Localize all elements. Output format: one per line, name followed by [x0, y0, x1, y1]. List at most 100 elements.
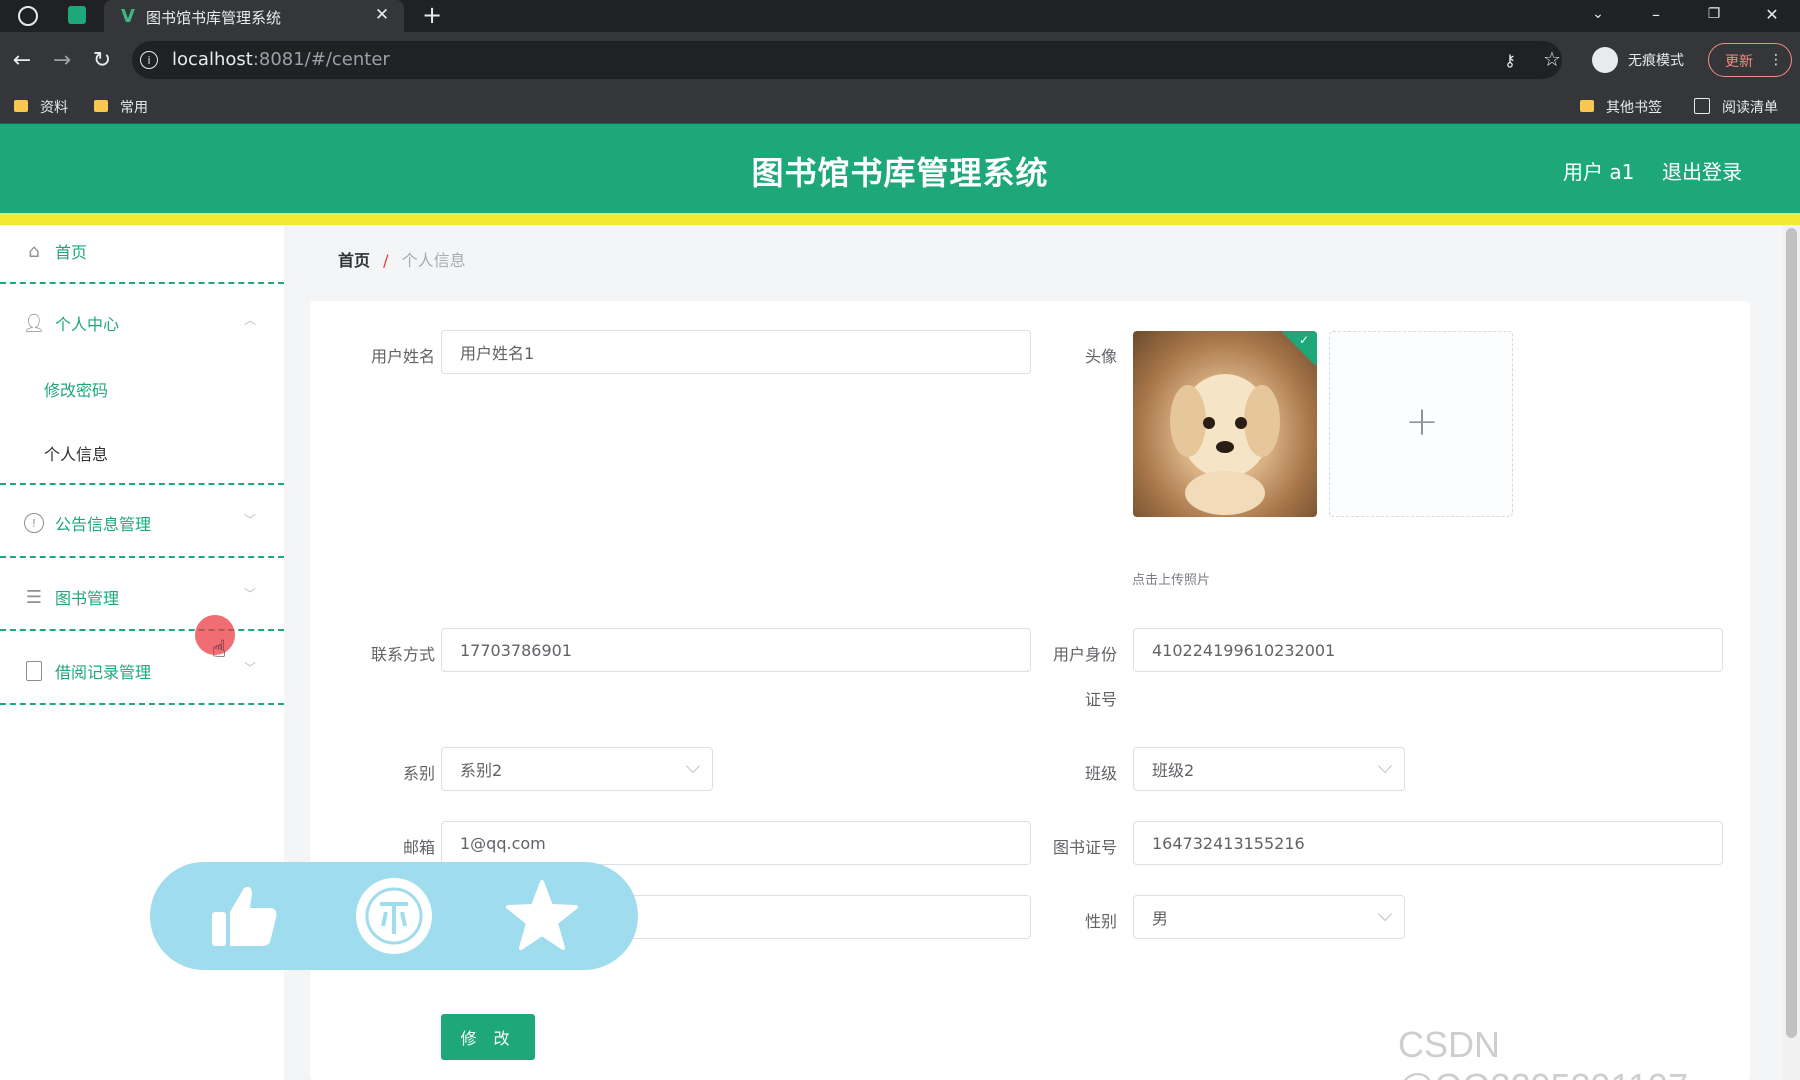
browser-menu-icon[interactable]	[18, 6, 38, 26]
info-icon[interactable]: i	[140, 51, 158, 69]
menu-divider	[0, 556, 284, 558]
dept-select[interactable]: 系别2	[441, 747, 713, 791]
sidebar-item-label: 个人中心	[55, 315, 120, 334]
class-value: 班级2	[1152, 761, 1195, 780]
tab-search-icon[interactable]: ⌄	[1588, 4, 1608, 24]
breadcrumb-home[interactable]: 首页	[338, 251, 370, 270]
sidebar-item-label: 借阅记录管理	[55, 663, 152, 682]
reading-list[interactable]: 阅读清单	[1722, 97, 1778, 117]
sidebar-subitem-personal-info[interactable]: 个人信息	[44, 441, 108, 465]
pinned-tab-icon[interactable]	[68, 6, 86, 24]
breadcrumb-current: 个人信息	[401, 251, 466, 270]
bookmark-item[interactable]: 常用	[120, 97, 148, 117]
watermark: CSDN @QQ3295391197	[1398, 1024, 1688, 1080]
email-field[interactable]: 1@qq.com	[441, 821, 1031, 865]
sidebar-item-borrow[interactable]: 借阅记录管理 ﹀	[0, 645, 284, 707]
incognito-icon[interactable]	[1592, 47, 1618, 73]
gender-label: 性别	[1084, 912, 1117, 931]
menu-divider	[0, 629, 284, 631]
avatar-upload-hint: 点击上传照片	[1132, 573, 1211, 588]
back-icon[interactable]: ←	[10, 48, 34, 73]
idcard-field[interactable]: 410224199610232001	[1133, 628, 1723, 672]
floating-action-bar	[150, 862, 638, 970]
chevron-down-icon	[1377, 906, 1393, 922]
site-title: 图书馆书库管理系统	[751, 154, 1049, 192]
minimize-icon[interactable]: –	[1646, 4, 1666, 24]
chevron-down-icon	[685, 758, 701, 774]
avatar-image[interactable]: ✓	[1133, 331, 1317, 517]
idcard-label-line2: 证号	[1084, 690, 1117, 709]
vue-logo-icon: V	[121, 5, 135, 27]
user-icon: 👤︎	[22, 312, 46, 334]
breadcrumb: 首页 / 个人信息	[338, 247, 466, 271]
menu-divider	[0, 483, 284, 485]
menu-divider	[0, 703, 284, 705]
restore-icon[interactable]: ❐	[1704, 4, 1724, 24]
avatar-label: 头像	[1084, 347, 1117, 366]
update-button[interactable]: 更新 ⋮	[1708, 43, 1792, 77]
chevron-down-icon: ﹀	[244, 661, 257, 675]
email-value: 1@qq.com	[460, 833, 546, 853]
idcard-value: 410224199610232001	[1152, 640, 1336, 660]
sidebar-subitem-change-password[interactable]: 修改密码	[44, 377, 108, 401]
breadcrumb-separator: /	[383, 251, 389, 270]
new-tab-icon[interactable]: +	[420, 1, 444, 29]
coin-icon	[356, 878, 432, 954]
sidebar-item-personal-center[interactable]: 👤︎ 个人中心 ︿	[0, 297, 284, 359]
key-icon[interactable]: ⚷	[1500, 50, 1520, 70]
chevron-up-icon: ︿	[244, 313, 257, 327]
url-text: localhost:8081/#/center	[172, 49, 390, 70]
clipboard-icon	[26, 661, 42, 681]
menu-divider	[0, 282, 284, 284]
logout-link[interactable]: 退出登录	[1662, 156, 1742, 185]
avatar-upload-box[interactable]: +	[1329, 331, 1513, 517]
folder-icon	[94, 100, 108, 112]
library-card-value: 164732413155216	[1152, 833, 1305, 853]
address-bar[interactable]: i localhost:8081/#/center ⚷ ☆	[132, 41, 1562, 79]
submit-button[interactable]: 修 改	[441, 1014, 535, 1060]
library-card-label: 图书证号	[1052, 838, 1117, 857]
incognito-label[interactable]: 无痕模式	[1628, 50, 1684, 70]
sidebar-item-home[interactable]: ⌂ 首页	[0, 225, 284, 287]
sidebar-item-label: 图书管理	[55, 589, 120, 608]
like-button[interactable]	[206, 878, 282, 954]
tab-close-icon[interactable]: ✕	[372, 5, 392, 25]
username-value: 用户姓名1	[460, 344, 535, 363]
tab-title: 图书馆书库管理系统	[146, 9, 282, 27]
bookmarks-bar: 资料 常用 其他书签 阅读清单	[0, 88, 1800, 124]
reload-icon[interactable]: ↻	[90, 48, 114, 73]
phone-label: 联系方式	[370, 645, 435, 664]
dept-label: 系别	[402, 764, 435, 783]
sidebar-item-notice[interactable]: ! 公告信息管理 ﹀	[0, 497, 284, 559]
phone-field[interactable]: 17703786901	[441, 628, 1031, 672]
tab-library-system[interactable]: V 图书馆书库管理系统 ✕	[104, 0, 404, 32]
forward-icon[interactable]: →	[50, 48, 74, 73]
email-label: 邮箱	[402, 838, 435, 857]
gender-select[interactable]: 男	[1133, 895, 1405, 939]
plus-icon: +	[1405, 399, 1439, 445]
sidebar-item-books[interactable]: ☰ 图书管理 ﹀	[0, 571, 284, 633]
checkmark-icon: ✓	[1298, 333, 1310, 347]
kebab-menu-icon[interactable]: ⋮	[1769, 50, 1783, 70]
dept-value: 系别2	[460, 761, 503, 780]
hand-cursor-icon: ☝︎	[211, 635, 227, 663]
scrollbar-thumb[interactable]	[1786, 228, 1797, 1038]
sidebar-item-label: 公告信息管理	[55, 515, 152, 534]
bookmark-item[interactable]: 资料	[40, 97, 68, 117]
bookmark-other[interactable]: 其他书签	[1606, 97, 1662, 117]
coin-button[interactable]	[356, 878, 432, 954]
notice-icon: !	[24, 513, 44, 533]
browser-toolbar: ← → ↻ i localhost:8081/#/center ⚷ ☆ 无痕模式…	[0, 32, 1800, 88]
header-stripe	[0, 213, 1800, 225]
username-field[interactable]: 用户姓名1	[441, 330, 1031, 374]
chevron-down-icon	[1377, 758, 1393, 774]
thumbs-up-icon	[212, 886, 277, 946]
library-card-field[interactable]: 164732413155216	[1133, 821, 1723, 865]
app-header: 图书馆书库管理系统 用户 a1 退出登录	[0, 124, 1800, 213]
favorite-button[interactable]	[504, 878, 580, 954]
bookmark-star-icon[interactable]: ☆	[1542, 47, 1562, 71]
current-user: 用户 a1	[1563, 160, 1635, 184]
close-window-icon[interactable]: ✕	[1762, 4, 1782, 24]
update-label: 更新	[1725, 54, 1753, 70]
class-select[interactable]: 班级2	[1133, 747, 1405, 791]
